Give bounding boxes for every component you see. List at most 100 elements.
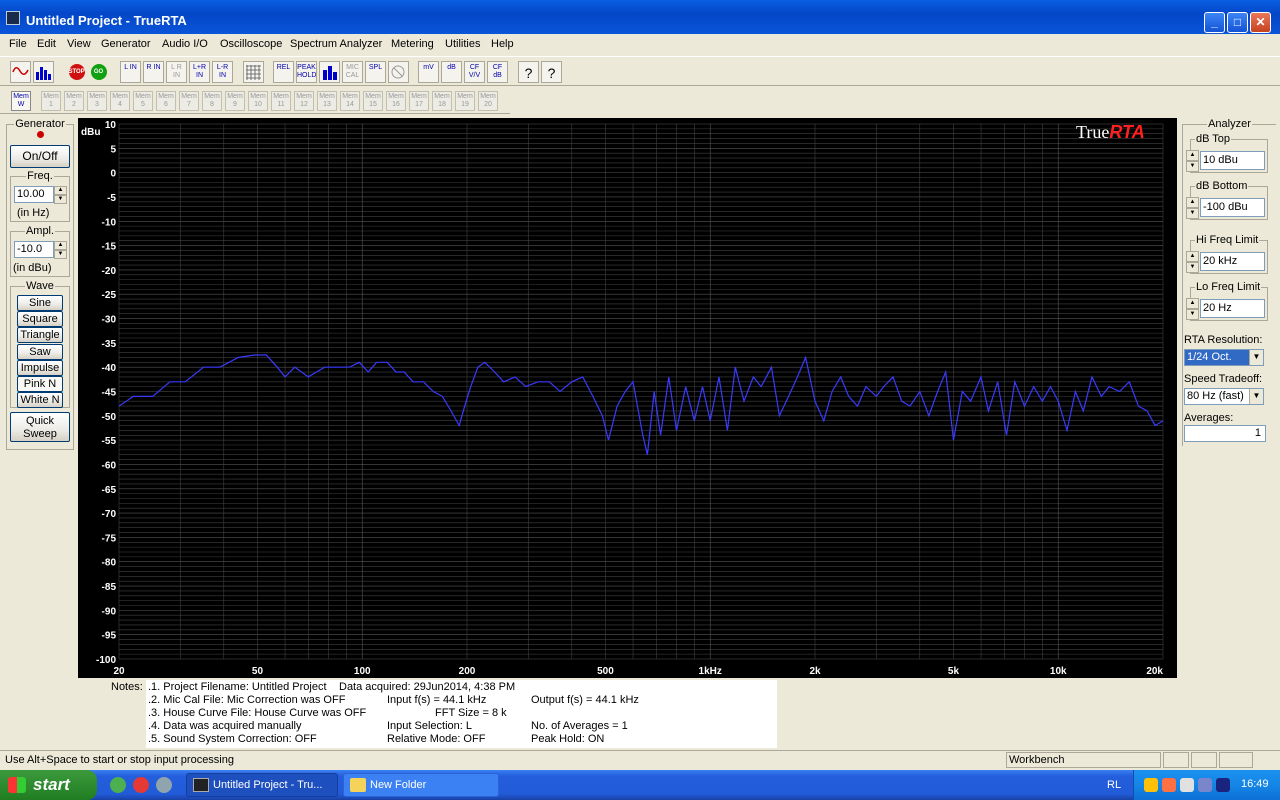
memory-button-5[interactable]: Mem 5 <box>133 91 153 111</box>
menu-file[interactable]: File <box>9 38 27 50</box>
hi-freq-up-icon[interactable]: ▲ <box>1186 251 1199 262</box>
freq-down-icon[interactable]: ▼ <box>54 195 67 204</box>
hi-freq-input[interactable]: 20 kHz <box>1200 252 1265 271</box>
memory-button-9[interactable]: Mem 9 <box>225 91 245 111</box>
memory-button-4[interactable]: Mem 4 <box>110 91 130 111</box>
freq-up-icon[interactable]: ▲ <box>54 186 67 195</box>
menu-audio-io[interactable]: Audio I/O <box>162 38 208 50</box>
quicklaunch-icon-2[interactable] <box>133 777 149 793</box>
tray-icon-5[interactable] <box>1216 778 1230 792</box>
memory-button-14[interactable]: Mem 14 <box>340 91 360 111</box>
quicklaunch-icon-3[interactable] <box>156 777 172 793</box>
db-bottom-input[interactable]: -100 dBu <box>1200 198 1265 217</box>
generator-on-off-button[interactable]: On/Off <box>10 145 70 168</box>
memory-button-2[interactable]: Mem 2 <box>64 91 84 111</box>
task-new-folder[interactable]: New Folder <box>343 773 499 797</box>
tray-icon-3[interactable] <box>1180 778 1194 792</box>
memory-button-18[interactable]: Mem 18 <box>432 91 452 111</box>
maximize-button[interactable]: □ <box>1227 12 1248 33</box>
l-minus-r-in-icon[interactable]: L-R IN <box>212 61 233 83</box>
context-help-icon[interactable]: ? <box>541 61 562 83</box>
l-plus-r-in-icon[interactable]: L+R IN <box>189 61 210 83</box>
language-indicator[interactable]: RL <box>1107 779 1121 791</box>
ampl-up-icon[interactable]: ▲ <box>54 241 67 250</box>
memory-write-button[interactable]: Mem W <box>11 91 31 111</box>
right-in-icon[interactable]: R IN <box>143 61 164 83</box>
memory-button-13[interactable]: Mem 13 <box>317 91 337 111</box>
tray-icon-1[interactable] <box>1144 778 1158 792</box>
go-icon[interactable]: GO <box>88 61 109 83</box>
memory-button-11[interactable]: Mem 11 <box>271 91 291 111</box>
memory-button-15[interactable]: Mem 15 <box>363 91 383 111</box>
spl-icon[interactable]: SPL <box>365 61 386 83</box>
task-truerta[interactable]: Untitled Project - Tru... <box>186 773 338 797</box>
ampl-down-icon[interactable]: ▼ <box>54 250 67 259</box>
rta-resolution-select[interactable]: 1/24 Oct. ▼ <box>1184 349 1264 366</box>
help-icon[interactable]: ? <box>518 61 539 83</box>
stop-icon[interactable]: STOP <box>66 61 87 83</box>
wave-sine-button[interactable]: Sine <box>17 295 63 311</box>
menu-utilities[interactable]: Utilities <box>445 38 480 50</box>
menu-generator[interactable]: Generator <box>101 38 151 50</box>
peak-hold-icon[interactable]: PEAK HOLD <box>296 61 317 83</box>
mic-cal-icon[interactable]: MIC CAL <box>342 61 363 83</box>
speed-tradeoff-select[interactable]: 80 Hz (fast) ▼ <box>1184 388 1264 405</box>
cancel-icon[interactable] <box>388 61 409 83</box>
menu-metering[interactable]: Metering <box>391 38 434 50</box>
memory-button-10[interactable]: Mem 10 <box>248 91 268 111</box>
wave-square-button[interactable]: Square <box>17 311 63 327</box>
db-bottom-down-icon[interactable]: ▼ <box>1186 208 1199 219</box>
cf-vv-icon[interactable]: CF V/V <box>464 61 485 83</box>
db-icon[interactable]: dB <box>441 61 462 83</box>
sine-wave-icon[interactable] <box>10 61 31 83</box>
title-bar[interactable]: Untitled Project - TrueRTA _ □ ✕ <box>0 0 1280 34</box>
left-in-icon[interactable]: L IN <box>120 61 141 83</box>
averages-input[interactable]: 1 <box>1184 425 1266 442</box>
menu-oscilloscope[interactable]: Oscilloscope <box>220 38 282 50</box>
lr-in-icon[interactable]: L R IN <box>166 61 187 83</box>
menu-view[interactable]: View <box>67 38 91 50</box>
memory-button-16[interactable]: Mem 16 <box>386 91 406 111</box>
rel-icon[interactable]: REL <box>273 61 294 83</box>
ampl-input[interactable]: -10.0 <box>14 241 54 258</box>
db-top-down-icon[interactable]: ▼ <box>1186 161 1199 172</box>
menu-spectrum-analyzer[interactable]: Spectrum Analyzer <box>290 38 382 50</box>
minimize-button[interactable]: _ <box>1204 12 1225 33</box>
cf-db-icon[interactable]: CF dB <box>487 61 508 83</box>
memory-button-1[interactable]: Mem 1 <box>41 91 61 111</box>
lo-freq-input[interactable]: 20 Hz <box>1200 299 1265 318</box>
memory-button-8[interactable]: Mem 8 <box>202 91 222 111</box>
memory-button-19[interactable]: Mem 19 <box>455 91 475 111</box>
quick-sweep-button[interactable]: Quick Sweep <box>10 412 70 442</box>
lo-freq-down-icon[interactable]: ▼ <box>1186 309 1199 320</box>
wave-white-noise-button[interactable]: White N <box>17 392 63 408</box>
mv-icon[interactable]: mV <box>418 61 439 83</box>
db-bottom-up-icon[interactable]: ▲ <box>1186 197 1199 208</box>
start-button[interactable]: start <box>0 770 97 800</box>
memory-button-12[interactable]: Mem 12 <box>294 91 314 111</box>
quicklaunch-icon-1[interactable] <box>110 777 126 793</box>
bars-icon[interactable] <box>319 61 340 83</box>
freq-input[interactable]: 10.00 <box>14 186 54 203</box>
tray-icon-4[interactable] <box>1198 778 1212 792</box>
wave-impulse-button[interactable]: Impulse <box>17 360 63 376</box>
rta-bars-icon[interactable] <box>33 61 54 83</box>
lo-freq-up-icon[interactable]: ▲ <box>1186 298 1199 309</box>
tray-icon-2[interactable] <box>1162 778 1176 792</box>
db-top-up-icon[interactable]: ▲ <box>1186 150 1199 161</box>
wave-triangle-button[interactable]: Triangle <box>17 327 63 343</box>
chevron-down-icon[interactable]: ▼ <box>1249 389 1263 404</box>
menu-help[interactable]: Help <box>491 38 514 50</box>
close-button[interactable]: ✕ <box>1250 12 1271 33</box>
menu-edit[interactable]: Edit <box>37 38 56 50</box>
memory-button-7[interactable]: Mem 7 <box>179 91 199 111</box>
wave-saw-button[interactable]: Saw <box>17 344 63 360</box>
chevron-down-icon[interactable]: ▼ <box>1249 350 1263 365</box>
memory-button-3[interactable]: Mem 3 <box>87 91 107 111</box>
memory-button-20[interactable]: Mem 20 <box>478 91 498 111</box>
memory-button-17[interactable]: Mem 17 <box>409 91 429 111</box>
hi-freq-down-icon[interactable]: ▼ <box>1186 262 1199 273</box>
grid-icon[interactable] <box>243 61 264 83</box>
wave-pink-noise-button[interactable]: Pink N <box>17 376 63 392</box>
memory-button-6[interactable]: Mem 6 <box>156 91 176 111</box>
